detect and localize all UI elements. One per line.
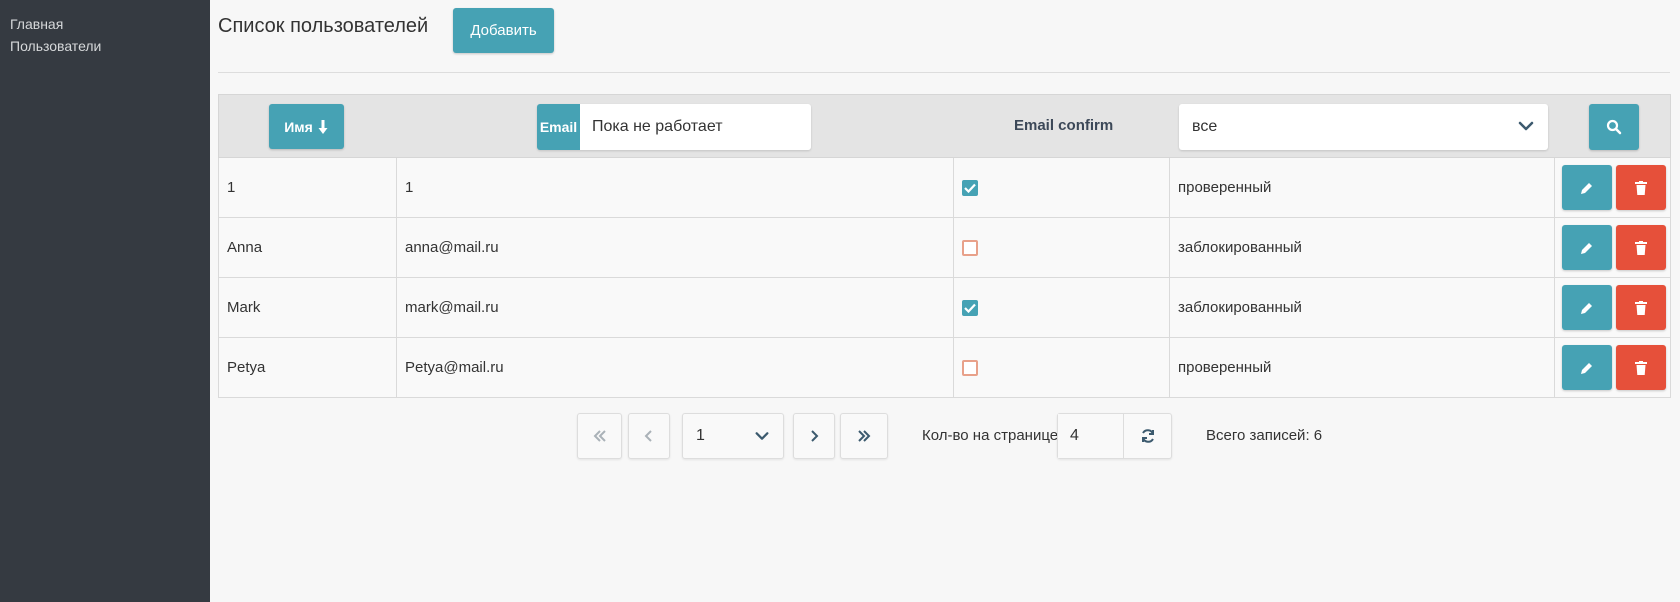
cell-email: anna@mail.ru [397, 218, 954, 277]
email-filter-label: Email [537, 104, 580, 150]
trash-icon [1635, 360, 1647, 375]
sort-by-name-button[interactable]: Имя [269, 104, 344, 149]
prev-page-button[interactable] [628, 413, 670, 459]
table-row: 1 1 проверенный [218, 158, 1671, 218]
pencil-icon [1581, 302, 1592, 314]
sort-arrow-down-icon [318, 119, 328, 134]
pencil-icon [1581, 242, 1592, 254]
email-filter: Email [537, 104, 811, 150]
cell-email-confirm [954, 338, 1170, 397]
refresh-button[interactable] [1124, 414, 1171, 458]
table-body: 1 1 проверенный Anna anna@mail.ru заблок… [218, 158, 1671, 398]
email-filter-input[interactable] [580, 104, 811, 150]
page-title: Список пользователей [218, 15, 429, 37]
cell-name: Petya [219, 338, 397, 397]
table-row: Anna anna@mail.ru заблокированный [218, 218, 1671, 278]
cell-email: Petya@mail.ru [397, 338, 954, 397]
chevron-left-icon [644, 430, 652, 442]
delete-button[interactable] [1616, 285, 1666, 330]
user-status: проверенный [1178, 179, 1272, 196]
page-select[interactable]: 1 [682, 413, 784, 459]
cell-name: 1 [219, 158, 397, 217]
search-button[interactable] [1589, 104, 1639, 150]
main-content: Список пользователей Добавить Имя Email … [210, 0, 1680, 602]
cell-actions [1555, 338, 1670, 397]
per-page-label: Кол-во на странице: [922, 427, 1063, 444]
first-page-button[interactable] [577, 413, 622, 459]
cell-email-confirm [954, 218, 1170, 277]
status-filter-select[interactable]: все [1179, 104, 1548, 150]
email-confirm-header: Email confirm [1014, 117, 1114, 134]
sidebar: Главная Пользователи [0, 0, 210, 602]
current-page-value: 1 [696, 427, 705, 444]
refresh-icon [1141, 429, 1154, 443]
chevron-right-icon [811, 430, 819, 442]
cell-actions [1555, 278, 1670, 337]
cell-status: проверенный [1170, 158, 1555, 217]
cell-actions [1555, 218, 1670, 277]
user-email: mark@mail.ru [405, 299, 499, 316]
double-chevron-left-icon [593, 430, 606, 442]
cell-status: заблокированный [1170, 278, 1555, 337]
user-name: Mark [227, 299, 261, 316]
sidebar-item-home[interactable]: Главная [10, 13, 200, 35]
pencil-icon [1581, 362, 1592, 374]
table-row: Mark mark@mail.ru заблокированный [218, 278, 1671, 338]
trash-icon [1635, 180, 1647, 195]
divider [218, 72, 1670, 73]
cell-actions [1555, 158, 1670, 217]
user-status: проверенный [1178, 359, 1272, 376]
users-table: Имя Email Email confirm все 1 1 п [218, 94, 1671, 398]
cell-name: Anna [219, 218, 397, 277]
user-email: 1 [405, 179, 414, 196]
cell-name: Mark [219, 278, 397, 337]
double-chevron-right-icon [858, 430, 871, 442]
trash-icon [1635, 300, 1647, 315]
status-filter-value: все [1192, 118, 1218, 135]
sort-by-name-label: Имя [284, 118, 313, 135]
pencil-icon [1581, 182, 1592, 194]
cell-status: заблокированный [1170, 218, 1555, 277]
next-page-button[interactable] [793, 413, 835, 459]
total-records: Всего записей: 6 [1206, 427, 1323, 444]
check-icon [964, 183, 976, 193]
edit-button[interactable] [1562, 345, 1612, 390]
user-email: anna@mail.ru [405, 239, 499, 256]
delete-button[interactable] [1616, 345, 1666, 390]
cell-email-confirm [954, 278, 1170, 337]
cell-status: проверенный [1170, 338, 1555, 397]
edit-button[interactable] [1562, 165, 1612, 210]
email-confirm-checkbox[interactable] [962, 179, 978, 196]
email-confirm-checkbox[interactable] [962, 299, 978, 316]
cell-email: mark@mail.ru [397, 278, 954, 337]
email-confirm-checkbox[interactable] [962, 359, 978, 376]
cell-email-confirm [954, 158, 1170, 217]
sidebar-item-users[interactable]: Пользователи [10, 35, 200, 57]
chevron-down-icon [755, 432, 769, 440]
cell-email: 1 [397, 158, 954, 217]
search-icon [1606, 119, 1622, 135]
last-page-button[interactable] [840, 413, 888, 459]
email-confirm-checkbox[interactable] [962, 239, 978, 256]
trash-icon [1635, 240, 1647, 255]
per-page-input[interactable] [1058, 414, 1124, 458]
user-email: Petya@mail.ru [405, 359, 504, 376]
check-icon [964, 303, 976, 313]
table-header: Имя Email Email confirm все [218, 94, 1671, 158]
edit-button[interactable] [1562, 285, 1612, 330]
delete-button[interactable] [1616, 225, 1666, 270]
user-status: заблокированный [1178, 239, 1302, 256]
chevron-down-icon [1518, 121, 1534, 131]
table-row: Petya Petya@mail.ru проверенный [218, 338, 1671, 398]
add-user-button[interactable]: Добавить [453, 8, 554, 53]
per-page-control [1057, 413, 1172, 459]
user-name: Petya [227, 359, 266, 376]
user-name: Anna [227, 239, 263, 256]
user-status: заблокированный [1178, 299, 1302, 316]
user-name: 1 [227, 179, 236, 196]
delete-button[interactable] [1616, 165, 1666, 210]
edit-button[interactable] [1562, 225, 1612, 270]
pagination: 1 Кол-во на странице: Всего записей: 6 [210, 413, 1680, 459]
